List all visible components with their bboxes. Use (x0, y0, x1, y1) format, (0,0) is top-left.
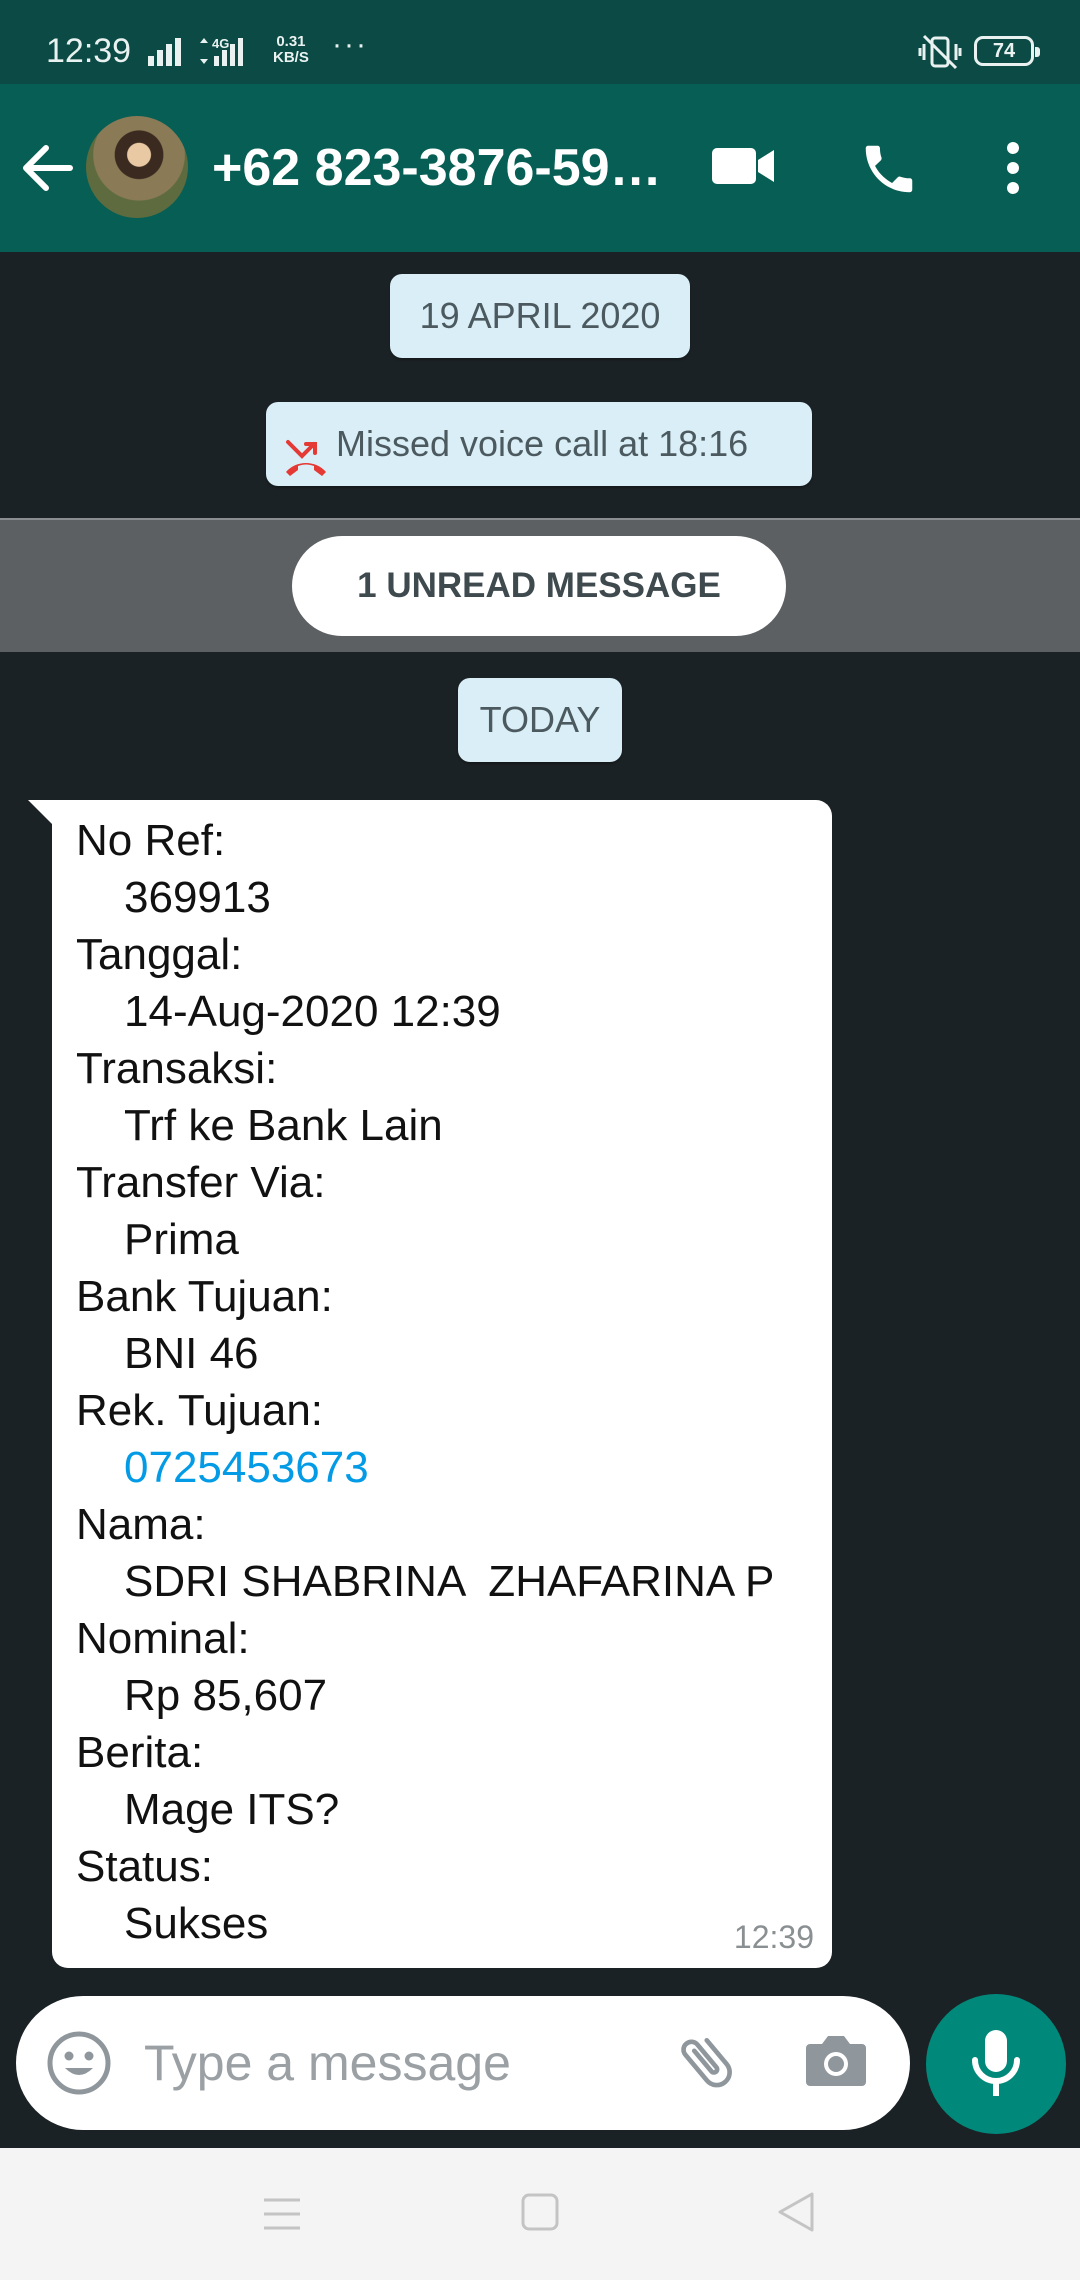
avatar[interactable] (86, 116, 188, 218)
field-value: Mage ITS? (124, 1785, 340, 1834)
attach-icon[interactable] (672, 2026, 742, 2101)
field-label: Bank Tujuan: (76, 1272, 333, 1321)
system-nav-bar (0, 2148, 1080, 2280)
unread-divider: 1 UNREAD MESSAGE (0, 518, 1080, 652)
net-speed: 0.31 KB/S (273, 34, 309, 66)
back-arrow-icon[interactable] (20, 142, 74, 199)
field-value: Prima (124, 1215, 239, 1264)
net-speed-value: 0.31 (276, 33, 306, 50)
field-label: Berita: (76, 1728, 204, 1777)
status-bar: 12:39 4G 0.31 KB/S ··· 74 (0, 0, 1080, 84)
vibrate-off-icon (918, 34, 962, 75)
voice-record-button[interactable] (926, 1994, 1066, 2134)
message-composer[interactable]: Type a message (16, 1996, 910, 2130)
field-label: No Ref: (76, 816, 226, 865)
mic-icon (972, 2030, 1020, 2096)
signal-icon: 4G (148, 34, 268, 73)
more-notifications-icon: ··· (332, 28, 368, 61)
chat-header: +62 823-3876-59… (0, 84, 1080, 252)
net-speed-unit: KB/S (273, 49, 309, 66)
account-number-link[interactable]: 0725453673 (76, 1439, 774, 1496)
battery-indicator: 74 (974, 36, 1040, 66)
field-label: Tanggal: (76, 930, 243, 979)
message-text: No Ref: 369913 Tanggal: 14-Aug-2020 12:3… (76, 812, 774, 1952)
field-value: 14-Aug-2020 12:39 (124, 987, 501, 1036)
recent-apps-icon[interactable] (262, 2196, 302, 2237)
message-input[interactable]: Type a message (144, 2034, 511, 2092)
status-time: 12:39 (46, 32, 132, 70)
field-value: Sukses (124, 1899, 269, 1948)
missed-call-text: Missed voice call at 18:16 (336, 423, 749, 464)
incoming-message-bubble[interactable]: No Ref: 369913 Tanggal: 14-Aug-2020 12:3… (52, 800, 832, 1968)
date-separator: 19 APRIL 2020 (390, 274, 690, 358)
camera-icon[interactable] (804, 2032, 868, 2093)
field-label: Nama: (76, 1500, 206, 1549)
field-label: Transaksi: (76, 1044, 278, 1093)
missed-call-icon (284, 424, 328, 508)
home-icon[interactable] (520, 2192, 560, 2237)
video-call-icon[interactable] (710, 144, 776, 193)
contact-name[interactable]: +62 823-3876-59… (212, 138, 662, 198)
network-type: 4G (212, 36, 229, 51)
missed-call-notice[interactable]: Missed voice call at 18:16 (266, 402, 812, 486)
field-value: Rp 85,607 (124, 1671, 328, 1720)
field-value: SDRI SHABRINA ZHAFARINA P (124, 1557, 775, 1606)
nav-back-icon[interactable] (776, 2190, 816, 2239)
field-value: Trf ke Bank Lain (124, 1101, 443, 1150)
unread-messages-badge: 1 UNREAD MESSAGE (292, 536, 786, 636)
field-label: Transfer Via: (76, 1158, 326, 1207)
more-vert-icon[interactable] (998, 140, 1028, 201)
field-label: Rek. Tujuan: (76, 1386, 324, 1435)
field-label: Nominal: (76, 1614, 250, 1663)
message-timestamp: 12:39 (733, 1919, 814, 1955)
voice-call-icon[interactable] (858, 138, 920, 205)
emoji-icon[interactable] (46, 2030, 112, 2101)
field-value: 369913 (124, 873, 271, 922)
field-value: BNI 46 (124, 1329, 259, 1378)
field-label: Status: (76, 1842, 213, 1891)
bubble-tail (28, 800, 54, 826)
date-separator-today: TODAY (458, 678, 622, 762)
